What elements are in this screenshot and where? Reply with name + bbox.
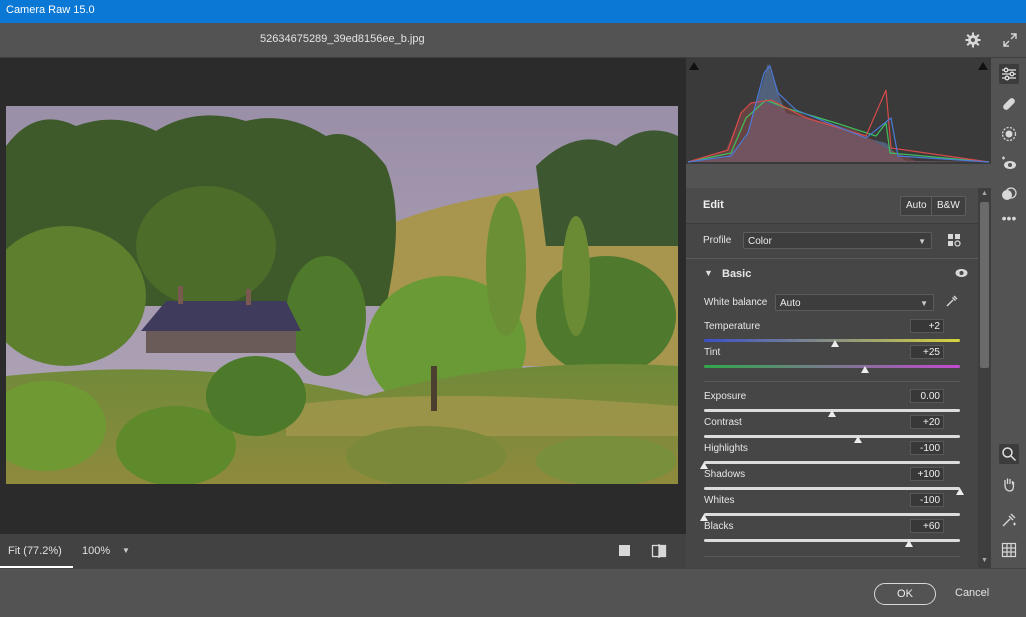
profile-value: Color [748, 236, 772, 247]
slider-value-contrast[interactable]: +20 [910, 415, 944, 429]
white-balance-value: Auto [780, 298, 801, 309]
slider-value-blacks[interactable]: +60 [910, 519, 944, 533]
slider-thumb-highlights[interactable] [700, 462, 708, 469]
tool-sidebar: ••• [991, 58, 1026, 568]
slider-value-temperature[interactable]: +2 [910, 319, 944, 333]
profile-label: Profile [703, 235, 732, 246]
chevron-down-icon: ▼ [918, 237, 926, 246]
chevron-down-icon[interactable]: ▼ [704, 268, 713, 278]
masking-icon[interactable] [999, 124, 1019, 144]
gear-icon[interactable] [964, 31, 982, 49]
scroll-down-icon[interactable]: ▼ [981, 557, 988, 564]
slider-label-contrast: Contrast [704, 417, 742, 428]
slider-label-temperature: Temperature [704, 321, 761, 332]
before-after-icon[interactable] [651, 543, 667, 562]
slider-label-shadows: Shadows [704, 469, 746, 480]
edit-panel: Edit Auto B&W Profile Color ▼ ▼ Basic Wh… [686, 188, 978, 568]
edit-sliders-icon[interactable] [999, 64, 1019, 84]
scrollbar-thumb[interactable] [980, 202, 989, 368]
image-preview[interactable] [0, 58, 686, 534]
slider-thumb-whites[interactable] [700, 514, 708, 521]
white-balance-label: White balance [704, 297, 768, 308]
slider-track-tint[interactable] [704, 365, 960, 368]
slider-value-whites[interactable]: -100 [910, 493, 944, 507]
separator [704, 556, 960, 557]
chevron-down-icon: ▼ [920, 299, 928, 308]
slider-track-shadows[interactable] [704, 487, 960, 490]
slider-value-tint[interactable]: +25 [910, 345, 944, 359]
presets-icon[interactable] [999, 184, 1019, 204]
separator [686, 258, 978, 259]
edit-title: Edit [703, 199, 724, 211]
profile-browser-icon[interactable] [948, 234, 961, 250]
fit-zoom-tab[interactable]: Fit (77.2%) [0, 534, 73, 568]
slider-label-highlights: Highlights [704, 443, 748, 454]
slider-track-whites[interactable] [704, 513, 960, 516]
profile-select[interactable]: Color ▼ [743, 232, 932, 249]
slider-track-highlights[interactable] [704, 461, 960, 464]
auto-button[interactable]: Auto [900, 196, 933, 216]
histogram-graph [687, 62, 990, 163]
crop-overlay-icon[interactable] [618, 544, 632, 561]
bw-button[interactable]: B&W [931, 196, 966, 216]
eyedropper-icon[interactable] [945, 294, 959, 311]
slider-track-blacks[interactable] [704, 539, 960, 542]
window-titlebar: Camera Raw 15.0 [0, 0, 1026, 23]
slider-thumb-exposure[interactable] [828, 410, 836, 417]
slider-label-exposure: Exposure [704, 391, 747, 402]
separator [704, 381, 960, 382]
histogram [686, 58, 991, 164]
file-name: 52634675289_39ed8156ee_b.jpg [260, 33, 425, 45]
slider-label-blacks: Blacks [704, 521, 734, 532]
dialog-footer [0, 568, 1026, 617]
window-title: Camera Raw 15.0 [6, 4, 95, 16]
top-toolbar: 52634675289_39ed8156ee_b.jpg [0, 23, 1026, 58]
slider-thumb-blacks[interactable] [904, 540, 913, 547]
slider-track-contrast[interactable] [704, 435, 960, 438]
fullscreen-icon[interactable] [1001, 31, 1019, 49]
slider-value-shadows[interactable]: +100 [910, 467, 944, 481]
cancel-button[interactable]: Cancel [955, 587, 989, 599]
slider-thumb-contrast[interactable] [853, 436, 862, 443]
more-icon[interactable]: ••• [999, 208, 1019, 228]
ok-button[interactable]: OK [874, 583, 936, 605]
edit-header: Edit Auto B&W [686, 188, 978, 224]
slider-thumb-shadows[interactable] [956, 488, 964, 495]
zoom-100-tab[interactable]: 100% [74, 534, 118, 568]
photo-canvas[interactable] [6, 106, 678, 484]
red-eye-icon[interactable] [999, 154, 1019, 174]
slider-value-exposure[interactable]: 0.00 [910, 389, 944, 403]
view-toolbar: Fit (77.2%) 100% ▼ [0, 534, 686, 568]
slider-value-highlights[interactable]: -100 [910, 441, 944, 455]
basic-section-title[interactable]: Basic [722, 268, 751, 280]
zoom-icon[interactable] [999, 444, 1019, 464]
slider-thumb-tint[interactable] [861, 366, 870, 373]
healing-icon[interactable] [999, 94, 1019, 114]
hand-icon[interactable] [999, 474, 1019, 494]
slider-thumb-temperature[interactable] [830, 340, 839, 347]
grid-icon[interactable] [999, 540, 1019, 560]
slider-label-whites: Whites [704, 495, 735, 506]
white-balance-select[interactable]: Auto ▼ [775, 294, 934, 311]
zoom-dropdown-icon[interactable]: ▼ [122, 546, 130, 555]
slider-label-tint: Tint [704, 347, 721, 358]
eye-icon[interactable] [955, 268, 968, 281]
scroll-up-icon[interactable]: ▲ [981, 190, 988, 197]
color-sampler-icon[interactable] [999, 510, 1019, 530]
panel-scrollbar[interactable]: ▲ ▼ [978, 188, 991, 568]
